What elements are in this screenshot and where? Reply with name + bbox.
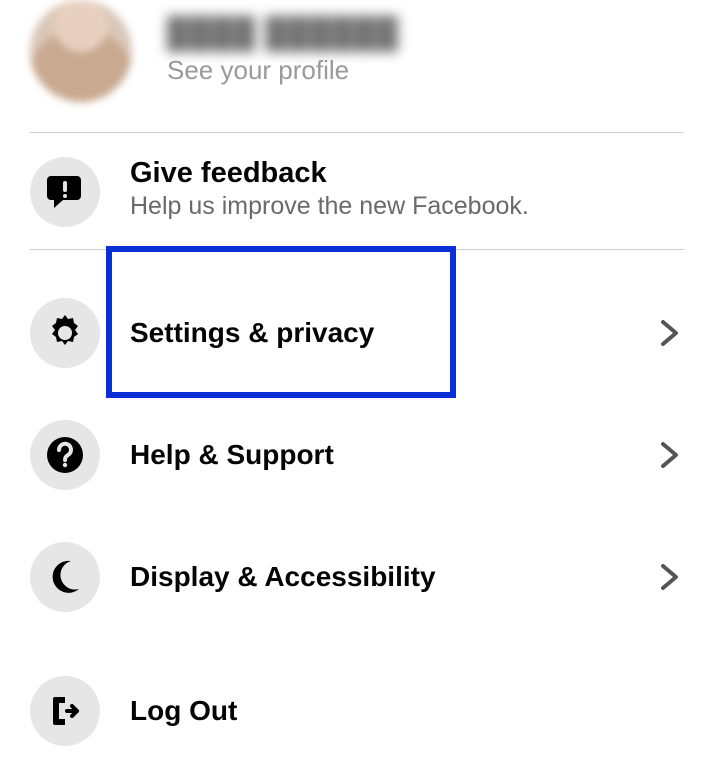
chevron-right-icon (654, 318, 684, 348)
feedback-title: Give feedback (130, 157, 529, 190)
moon-icon (30, 542, 100, 612)
question-icon (30, 420, 100, 490)
profile-subtitle: See your profile (167, 55, 399, 86)
menu-label: Help & Support (130, 439, 654, 471)
feedback-subtitle: Help us improve the new Facebook. (130, 192, 529, 221)
profile-name: ████ ██████ (167, 17, 399, 51)
profile-text: ████ ██████ See your profile (167, 17, 399, 86)
menu-item-help-support[interactable]: Help & Support (0, 400, 714, 510)
feedback-button[interactable]: Give feedback Help us improve the new Fa… (0, 133, 714, 249)
feedback-icon (30, 157, 100, 227)
menu-item-logout[interactable]: Log Out (0, 644, 714, 778)
avatar (30, 0, 132, 102)
feedback-text: Give feedback Help us improve the new Fa… (130, 157, 529, 221)
logout-icon (30, 676, 100, 746)
menu-label: Display & Accessibility (130, 561, 654, 593)
menu-item-display-accessibility[interactable]: Display & Accessibility (0, 510, 714, 644)
menu-item-settings-privacy[interactable]: Settings & privacy (0, 250, 714, 400)
menu-label: Settings & privacy (130, 317, 654, 349)
chevron-right-icon (654, 562, 684, 592)
gear-icon (30, 298, 100, 368)
chevron-right-icon (654, 440, 684, 470)
profile-link[interactable]: ████ ██████ See your profile (0, 0, 714, 132)
menu-label: Log Out (130, 695, 684, 727)
